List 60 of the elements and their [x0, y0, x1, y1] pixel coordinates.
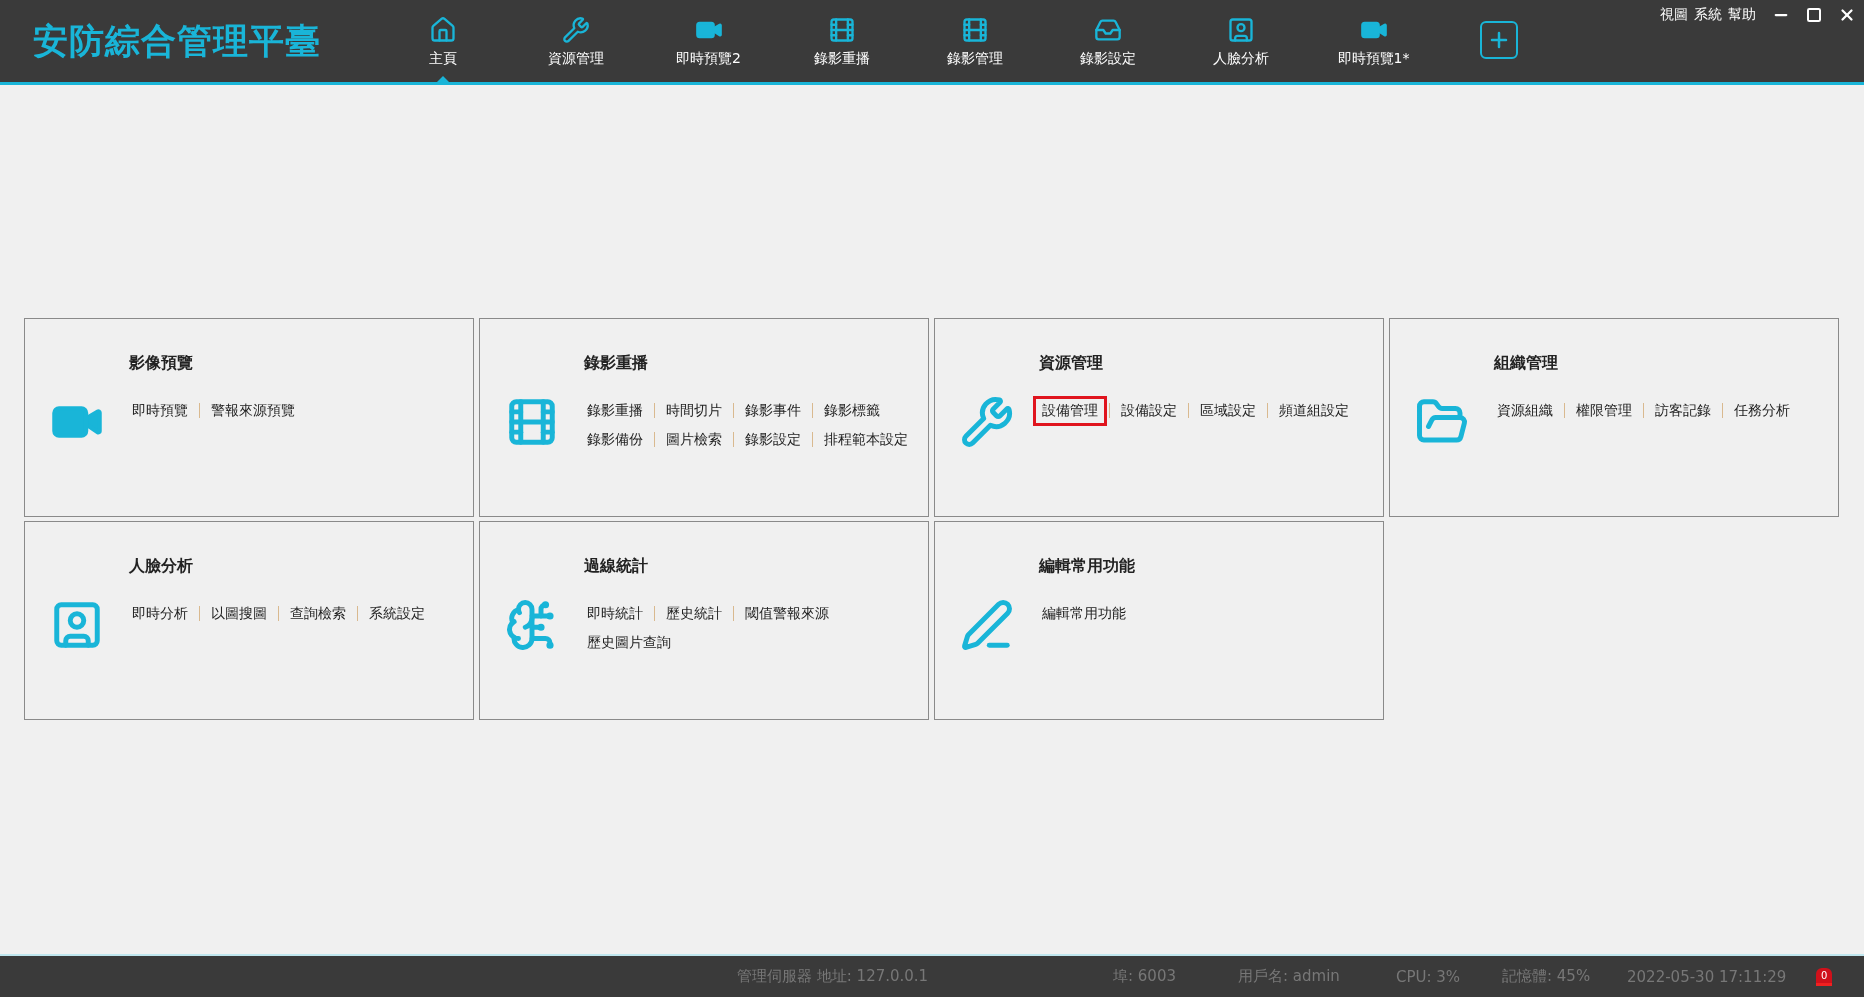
function-link[interactable]: 即時預覽 [123, 395, 197, 426]
tools-icon [561, 16, 590, 44]
close-icon[interactable] [1838, 6, 1856, 24]
function-link[interactable]: 編輯常用功能 [1033, 598, 1135, 629]
function-link[interactable]: 歷史統計 [657, 598, 731, 629]
pencil-icon [960, 598, 1014, 652]
function-link[interactable]: 頻道組設定 [1270, 395, 1358, 426]
card-title: 人臉分析 [129, 556, 194, 577]
function-link[interactable]: 查詢檢索 [281, 598, 355, 629]
cpu-text: CPU: 3% [1396, 967, 1462, 986]
function-link[interactable]: 資源組織 [1488, 395, 1562, 426]
function-link[interactable]: 權限管理 [1567, 395, 1641, 426]
menu-item[interactable]: 幫助 [1728, 6, 1756, 24]
nav-tab[interactable]: 人臉分析 [1174, 0, 1307, 82]
maximize-icon[interactable] [1806, 7, 1822, 23]
function-link[interactable]: 閾值警報來源 [736, 598, 838, 629]
function-link[interactable]: 錄影標籤 [815, 395, 889, 426]
nav-tab[interactable]: 錄影管理 [908, 0, 1041, 82]
app-title: 安防綜合管理平臺 [32, 19, 322, 63]
card-title: 組織管理 [1494, 353, 1559, 374]
card-title: 編輯常用功能 [1039, 556, 1135, 577]
nav-tab[interactable]: 即時預覽2 [642, 0, 775, 82]
function-link[interactable]: 任務分析 [1725, 395, 1799, 426]
nav-tab[interactable]: 即時預覽1* [1307, 0, 1440, 82]
function-link[interactable]: 警報來源預覽 [202, 395, 304, 426]
datetime-text: 2022-05-30 17:11:29 [1627, 967, 1788, 986]
alarm-badge[interactable]: 0 [1816, 967, 1833, 986]
home-icon [428, 16, 457, 44]
function-link[interactable]: 錄影設定 [736, 424, 810, 455]
card-title: 錄影重播 [584, 353, 649, 374]
function-link[interactable]: 即時分析 [123, 598, 197, 629]
card-title: 影像預覽 [129, 353, 194, 374]
user-frame-icon [1226, 16, 1255, 44]
add-tab-button[interactable] [1480, 21, 1518, 59]
function-link[interactable]: 錄影重播 [578, 395, 652, 426]
menu-item[interactable]: 視圖 [1660, 6, 1688, 24]
function-link[interactable]: 訪客記錄 [1646, 395, 1720, 426]
nav-tab[interactable]: 主頁 [376, 0, 509, 82]
username-text: 用戶名: admin [1238, 967, 1341, 986]
function-link[interactable]: 排程範本設定 [815, 424, 917, 455]
function-link[interactable]: 圖片檢索 [657, 424, 731, 455]
function-link[interactable]: 錄影事件 [736, 395, 810, 426]
card-title: 過線統計 [584, 556, 649, 577]
function-link[interactable]: 設備管理 [1033, 395, 1107, 426]
function-link[interactable]: 以圖搜圖 [202, 598, 276, 629]
memory-text: 記憶體: 45% [1502, 967, 1592, 986]
nav-tab[interactable]: 錄影重播 [775, 0, 908, 82]
nav-tab[interactable]: 錄影設定 [1041, 0, 1174, 82]
function-link[interactable]: 設備設定 [1112, 395, 1186, 426]
port-text: 埠: 6003 [1113, 967, 1177, 986]
function-link[interactable]: 時間切片 [657, 395, 731, 426]
function-link[interactable]: 歷史圖片查詢 [578, 627, 680, 658]
function-link[interactable]: 錄影備份 [578, 424, 652, 455]
nav-tab[interactable]: 資源管理 [509, 0, 642, 82]
card-title: 資源管理 [1039, 353, 1104, 374]
function-link[interactable]: 即時統計 [578, 598, 652, 629]
function-link[interactable]: 系統設定 [360, 598, 434, 629]
tools-icon [960, 395, 1014, 449]
function-link[interactable]: 區域設定 [1191, 395, 1265, 426]
menu-item[interactable]: 系統 [1694, 6, 1722, 24]
